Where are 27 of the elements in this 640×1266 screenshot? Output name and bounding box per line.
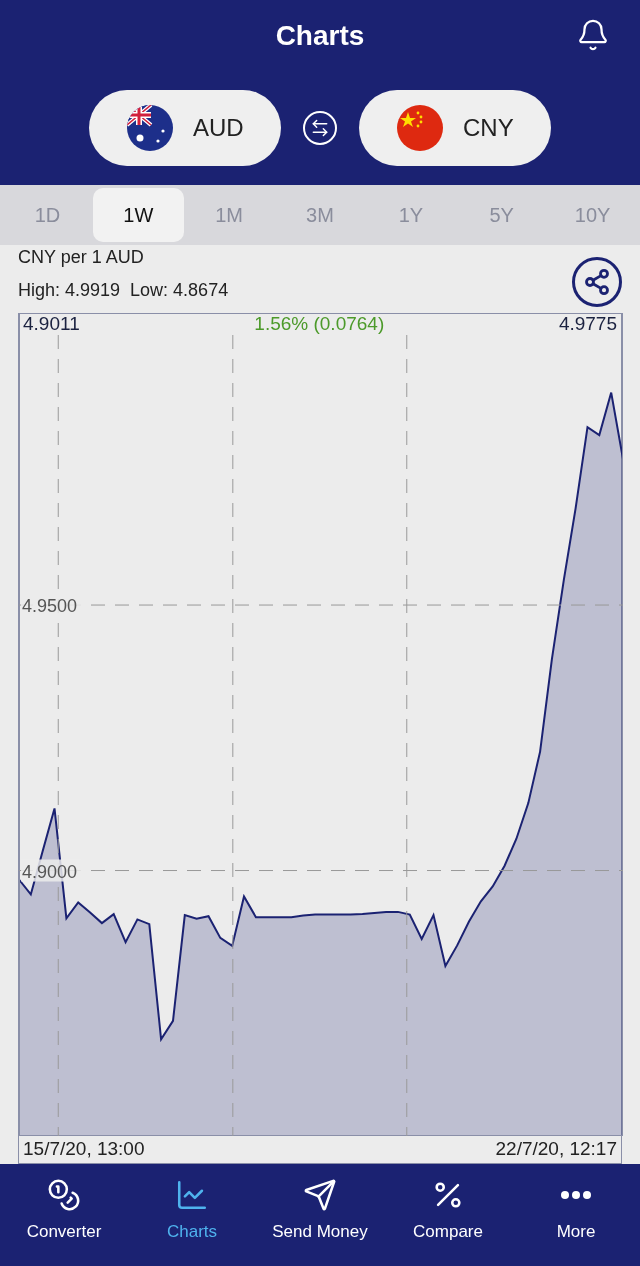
share-icon[interactable] [572, 257, 622, 307]
start-date: 15/7/20, 13:00 [23, 1138, 145, 1160]
start-rate: 4.9011 [23, 313, 80, 335]
high-low-text: High: 4.9919 Low: 4.8674 [18, 280, 229, 301]
period-tab[interactable]: 1W [92, 188, 184, 242]
nav-tab[interactable]: Charts [128, 1178, 256, 1242]
nav-tab[interactable]: More [512, 1178, 640, 1242]
nav-tab[interactable]: Send Money [256, 1178, 384, 1242]
more-icon [561, 1191, 591, 1199]
coins-icon [47, 1178, 81, 1212]
currency-selector[interactable]: AUD [89, 90, 281, 166]
y-tick-label: 4.9500 [22, 596, 78, 617]
paper-plane-icon [303, 1178, 337, 1212]
swap-icon[interactable] [303, 111, 337, 145]
page-title: Charts [275, 20, 365, 52]
flag-icon [127, 105, 173, 151]
end-date: 22/7/20, 12:17 [495, 1138, 617, 1160]
y-tick-label: 4.9000 [22, 861, 78, 882]
nav-tab[interactable]: Compare [384, 1178, 512, 1242]
bell-icon[interactable] [576, 18, 610, 52]
nav-tab[interactable]: Converter [0, 1178, 128, 1242]
currency-selector[interactable]: CNY [359, 90, 551, 166]
line-chart-icon [175, 1178, 209, 1212]
flag-icon [397, 105, 443, 151]
end-rate: 4.9775 [558, 313, 617, 335]
rate-change: 1.56% (0.0764) [254, 313, 385, 335]
rate-subtitle: CNY per 1 AUD [18, 247, 145, 268]
